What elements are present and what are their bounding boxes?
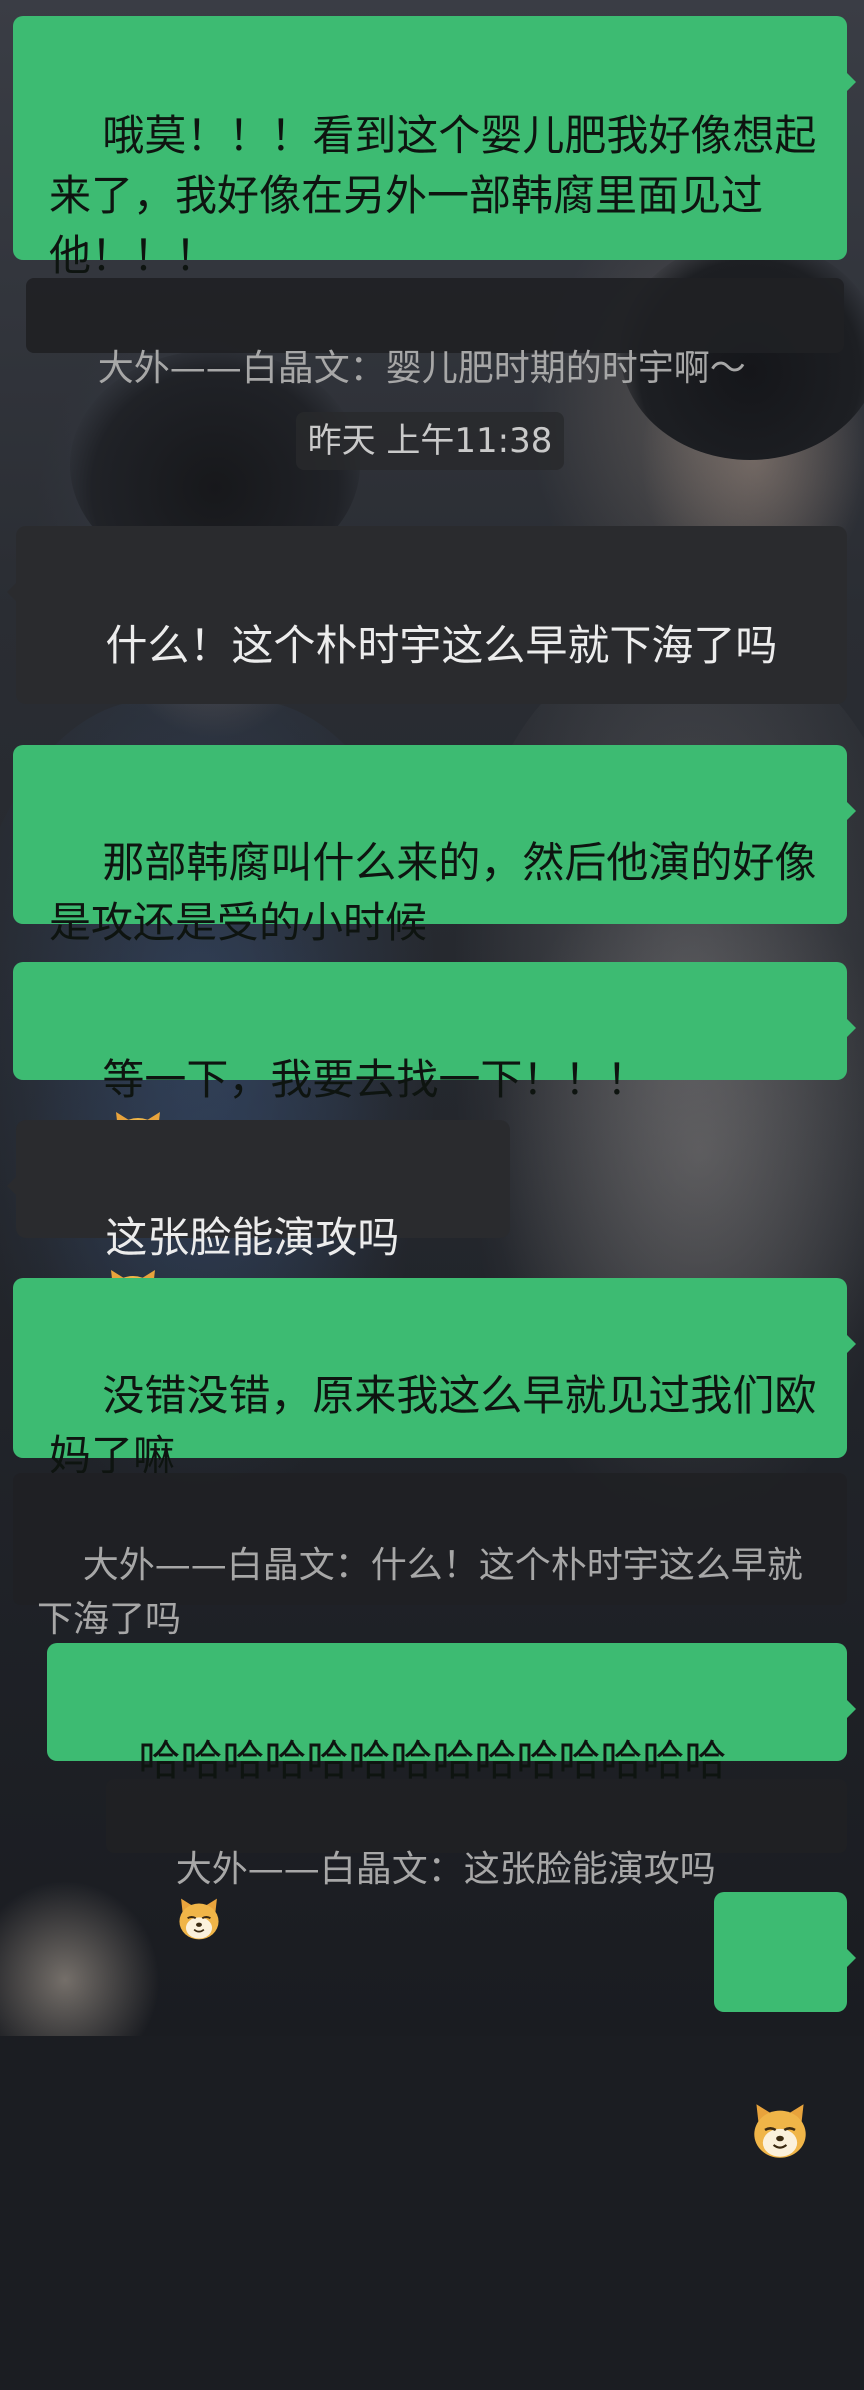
message-text: 等一下，我要去找一下！！！ bbox=[102, 1055, 649, 1104]
timestamp-text: 昨天 上午11:38 bbox=[307, 421, 553, 461]
message-bubble-incoming[interactable]: 这张脸能演攻吗 bbox=[7, 1120, 510, 1320]
message-bubble-outgoing[interactable] bbox=[714, 1892, 856, 2158]
doge-emoji-icon bbox=[750, 2102, 810, 2160]
timestamp: 昨天 上午11:38 bbox=[296, 412, 564, 470]
quoted-message[interactable]: 大外——白晶文：这张脸能演攻吗 bbox=[106, 1779, 847, 1940]
message-text: 这张脸能演攻吗 bbox=[105, 1213, 400, 1262]
message-text: 什么！这个朴时宇这么早就下海了吗 bbox=[105, 621, 778, 670]
quoted-message[interactable]: 大外——白晶文：婴儿肥时期的时宇啊～ bbox=[26, 278, 844, 389]
chat-message-list[interactable]: 哦莫！！！看到这个婴儿肥我好像想起来了，我好像在另外一部韩腐里面见过他！！！ 大… bbox=[0, 0, 864, 2158]
message-bubble-outgoing[interactable]: 那部韩腐叫什么来的，然后他演的好像是攻还是受的小时候 bbox=[13, 745, 856, 947]
quoted-message-text: 大外——白晶文：什么！这个朴时宇这么早就下海了吗 bbox=[37, 1545, 803, 1640]
message-bubble-outgoing[interactable]: 没错没错，原来我这么早就见过我们欧妈了嘛 bbox=[13, 1278, 856, 1480]
quoted-message-text: 大外——白晶文：婴儿肥时期的时宇啊～ bbox=[97, 348, 746, 389]
message-text: 哈哈哈哈哈哈哈哈哈哈哈哈哈哈 bbox=[138, 1736, 727, 1785]
message-bubble-outgoing[interactable]: 哈哈哈哈哈哈哈哈哈哈哈哈哈哈 bbox=[47, 1643, 856, 1785]
quoted-message-text: 大外——白晶文：这张脸能演攻吗 bbox=[175, 1849, 716, 1890]
message-bubble-incoming[interactable]: 什么！这个朴时宇这么早就下海了吗 bbox=[7, 526, 847, 704]
message-text: 哦莫！！！看到这个婴儿肥我好像想起来了，我好像在另外一部韩腐里面见过他！！！ bbox=[49, 111, 817, 280]
message-bubble-outgoing[interactable]: 哦莫！！！看到这个婴儿肥我好像想起来了，我好像在另外一部韩腐里面见过他！！！ bbox=[13, 16, 856, 280]
message-text: 没错没错，原来我这么早就见过我们欧妈了嘛 bbox=[49, 1371, 817, 1480]
doge-emoji-icon bbox=[176, 1897, 222, 1941]
message-text: 那部韩腐叫什么来的，然后他演的好像是攻还是受的小时候 bbox=[49, 838, 817, 947]
quoted-message[interactable]: 大外——白晶文：什么！这个朴时宇这么早就下海了吗 bbox=[13, 1473, 847, 1640]
message-bubble-outgoing[interactable]: 等一下，我要去找一下！！！ bbox=[13, 962, 856, 1162]
